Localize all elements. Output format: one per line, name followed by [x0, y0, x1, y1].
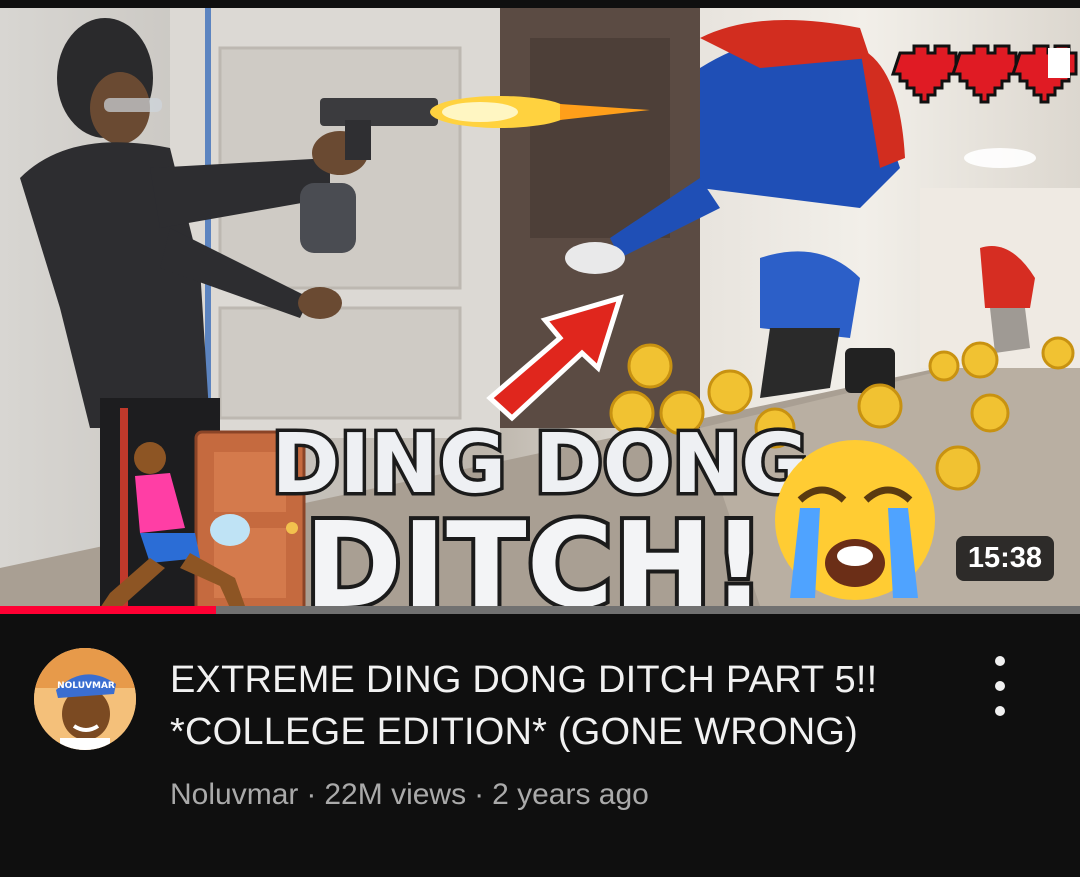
- watch-progress-fill: [0, 606, 216, 614]
- video-metadata: Noluvmar · 22M views · 2 years ago: [170, 778, 649, 812]
- meta-separator: ·: [474, 778, 485, 811]
- crouching-person: [760, 251, 895, 398]
- more-vert-icon: [995, 681, 1005, 691]
- heart-icon: [890, 44, 1078, 104]
- more-vert-icon: [995, 656, 1005, 666]
- video-thumbnail[interactable]: DING DONG DITCH! 15:38: [0, 8, 1080, 606]
- thumbnail-scene: DING DONG DITCH!: [0, 8, 1080, 606]
- headline-line2: DITCH!: [304, 496, 766, 606]
- channel-name[interactable]: Noluvmar: [170, 778, 298, 811]
- watch-progress-bar: [0, 606, 1080, 614]
- more-actions-button[interactable]: [980, 656, 1020, 716]
- duration-badge: 15:38: [955, 536, 1054, 581]
- video-card[interactable]: DING DONG DITCH! 15:38 NOLUVMAR EXTREME …: [0, 0, 1080, 877]
- upload-age: 2 years ago: [492, 778, 649, 811]
- view-count: 22M views: [324, 778, 467, 811]
- more-vert-icon: [995, 706, 1005, 716]
- meta-separator: ·: [306, 778, 317, 811]
- thumbnail-headline: DING DONG DITCH!: [268, 414, 812, 607]
- video-title[interactable]: EXTREME DING DONG DITCH PART 5!! *COLLEG…: [170, 654, 940, 758]
- channel-avatar[interactable]: NOLUVMAR: [34, 648, 136, 750]
- crying-face-icon: [775, 440, 935, 600]
- video-details: NOLUVMAR EXTREME DING DONG DITCH PART 5!…: [0, 614, 1080, 877]
- avatar-cap-text: NOLUVMAR: [57, 681, 115, 691]
